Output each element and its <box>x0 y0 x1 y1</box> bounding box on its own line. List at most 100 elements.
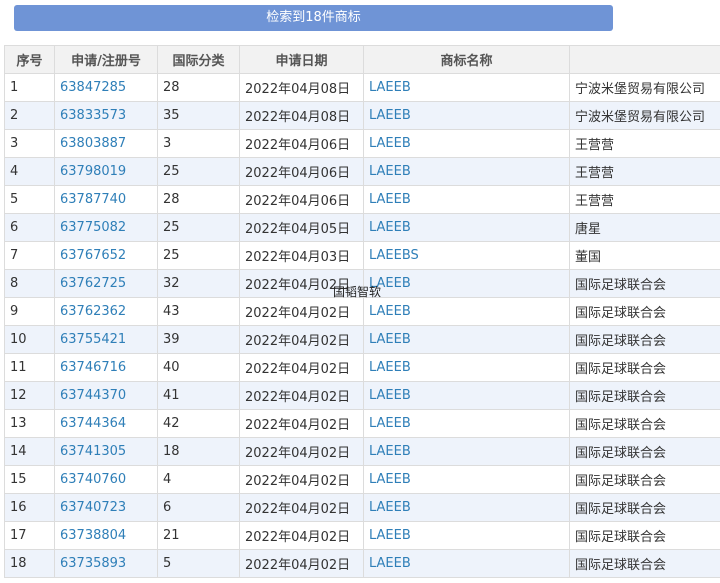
cell-date: 2022年04月05日 <box>239 213 364 242</box>
cell-trademark-name[interactable]: LAEEB <box>363 409 570 438</box>
cell-class: 3 <box>157 129 240 158</box>
cell-reg-number[interactable]: 63744370 <box>54 381 158 410</box>
table-row: 15 63740760 4 2022年04月02日 LAEEB 国际足球联合会 <box>4 465 720 494</box>
cell-applicant: 董国 <box>569 241 720 270</box>
cell-trademark-name[interactable]: LAEEB <box>363 353 570 382</box>
cell-date: 2022年04月02日 <box>239 297 364 326</box>
cell-reg-number[interactable]: 63762362 <box>54 297 158 326</box>
cell-index: 6 <box>4 213 55 242</box>
cell-reg-number[interactable]: 63833573 <box>54 101 158 130</box>
table-row: 10 63755421 39 2022年04月02日 LAEEB 国际足球联合会 <box>4 325 720 354</box>
cell-class: 35 <box>157 101 240 130</box>
cell-reg-number[interactable]: 63803887 <box>54 129 158 158</box>
cell-date: 2022年04月02日 <box>239 549 364 578</box>
table-row: 11 63746716 40 2022年04月02日 LAEEB 国际足球联合会 <box>4 353 720 382</box>
table-row: 13 63744364 42 2022年04月02日 LAEEB 国际足球联合会 <box>4 409 720 438</box>
cell-trademark-name[interactable]: LAEEB <box>363 549 570 578</box>
cell-index: 4 <box>4 157 55 186</box>
cell-reg-number[interactable]: 63847285 <box>54 73 158 102</box>
cell-class: 21 <box>157 521 240 550</box>
col-header-index: 序号 <box>4 45 55 74</box>
cell-trademark-name[interactable]: LAEEB <box>363 101 570 130</box>
table-header-row: 序号 申请/注册号 国际分类 申请日期 商标名称 <box>4 45 720 74</box>
cell-reg-number[interactable]: 63775082 <box>54 213 158 242</box>
cell-applicant: 唐星 <box>569 213 720 242</box>
cell-trademark-name[interactable]: LAEEB <box>363 381 570 410</box>
cell-trademark-name[interactable]: LAEEB <box>363 157 570 186</box>
cell-index: 14 <box>4 437 55 466</box>
cell-reg-number[interactable]: 63740760 <box>54 465 158 494</box>
col-header-reg-number: 申请/注册号 <box>54 45 158 74</box>
cell-index: 16 <box>4 493 55 522</box>
cell-date: 2022年04月02日 <box>239 465 364 494</box>
table-row: 6 63775082 25 2022年04月05日 LAEEB 唐星 <box>4 213 720 242</box>
cell-reg-number[interactable]: 63738804 <box>54 521 158 550</box>
cell-trademark-name[interactable]: LAEEB <box>363 493 570 522</box>
cell-class: 28 <box>157 185 240 214</box>
cell-index: 17 <box>4 521 55 550</box>
cell-trademark-name[interactable]: LAEEB <box>363 437 570 466</box>
cell-class: 25 <box>157 157 240 186</box>
cell-applicant: 国际足球联合会 <box>569 521 720 550</box>
cell-trademark-name[interactable]: LAEEB <box>363 465 570 494</box>
cell-class: 5 <box>157 549 240 578</box>
table-row: 5 63787740 28 2022年04月06日 LAEEB 王营营 <box>4 185 720 214</box>
cell-class: 43 <box>157 297 240 326</box>
cell-index: 5 <box>4 185 55 214</box>
cell-reg-number[interactable]: 63787740 <box>54 185 158 214</box>
cell-class: 4 <box>157 465 240 494</box>
cell-trademark-name[interactable]: LAEEB <box>363 269 570 298</box>
cell-class: 39 <box>157 325 240 354</box>
cell-reg-number[interactable]: 63741305 <box>54 437 158 466</box>
table-row: 7 63767652 25 2022年04月03日 LAEEBS 董国 <box>4 241 720 270</box>
cell-index: 11 <box>4 353 55 382</box>
col-header-class: 国际分类 <box>157 45 240 74</box>
cell-date: 2022年04月02日 <box>239 325 364 354</box>
cell-reg-number[interactable]: 63762725 <box>54 269 158 298</box>
cell-reg-number[interactable]: 63746716 <box>54 353 158 382</box>
cell-class: 6 <box>157 493 240 522</box>
cell-trademark-name[interactable]: LAEEB <box>363 325 570 354</box>
cell-trademark-name[interactable]: LAEEB <box>363 521 570 550</box>
cell-reg-number[interactable]: 63798019 <box>54 157 158 186</box>
cell-reg-number[interactable]: 63735893 <box>54 549 158 578</box>
cell-index: 10 <box>4 325 55 354</box>
cell-trademark-name[interactable]: LAEEB <box>363 129 570 158</box>
cell-trademark-name[interactable]: LAEEBS <box>363 241 570 270</box>
cell-date: 2022年04月02日 <box>239 381 364 410</box>
cell-trademark-name[interactable]: LAEEB <box>363 213 570 242</box>
cell-date: 2022年04月02日 <box>239 493 364 522</box>
cell-applicant: 王营营 <box>569 129 720 158</box>
cell-reg-number[interactable]: 63740723 <box>54 493 158 522</box>
cell-date: 2022年04月08日 <box>239 101 364 130</box>
table-row: 18 63735893 5 2022年04月02日 LAEEB 国际足球联合会 <box>4 549 720 578</box>
table-row: 4 63798019 25 2022年04月06日 LAEEB 王营营 <box>4 157 720 186</box>
cell-reg-number[interactable]: 63767652 <box>54 241 158 270</box>
cell-date: 2022年04月02日 <box>239 353 364 382</box>
table-row: 3 63803887 3 2022年04月06日 LAEEB 王营营 <box>4 129 720 158</box>
col-header-date: 申请日期 <box>239 45 364 74</box>
cell-trademark-name[interactable]: LAEEB <box>363 73 570 102</box>
cell-class: 25 <box>157 213 240 242</box>
cell-date: 2022年04月02日 <box>239 437 364 466</box>
cell-index: 7 <box>4 241 55 270</box>
table-row: 2 63833573 35 2022年04月08日 LAEEB 宁波米堡贸易有限公司 <box>4 101 720 130</box>
cell-date: 2022年04月06日 <box>239 129 364 158</box>
cell-date: 2022年04月02日 <box>239 409 364 438</box>
cell-index: 15 <box>4 465 55 494</box>
cell-reg-number[interactable]: 63744364 <box>54 409 158 438</box>
cell-trademark-name[interactable]: LAEEB <box>363 185 570 214</box>
cell-index: 2 <box>4 101 55 130</box>
cell-applicant: 国际足球联合会 <box>569 409 720 438</box>
cell-applicant: 国际足球联合会 <box>569 269 720 298</box>
cell-applicant: 国际足球联合会 <box>569 381 720 410</box>
trademark-results-table: 序号 申请/注册号 国际分类 申请日期 商标名称 1 63847285 28 2022… <box>4 45 720 578</box>
cell-reg-number[interactable]: 63755421 <box>54 325 158 354</box>
cell-applicant: 宁波米堡贸易有限公司 <box>569 73 720 102</box>
cell-applicant: 宁波米堡贸易有限公司 <box>569 101 720 130</box>
cell-class: 32 <box>157 269 240 298</box>
cell-date: 2022年04月08日 <box>239 73 364 102</box>
cell-applicant: 国际足球联合会 <box>569 325 720 354</box>
cell-applicant: 国际足球联合会 <box>569 353 720 382</box>
cell-trademark-name[interactable]: LAEEB <box>363 297 570 326</box>
